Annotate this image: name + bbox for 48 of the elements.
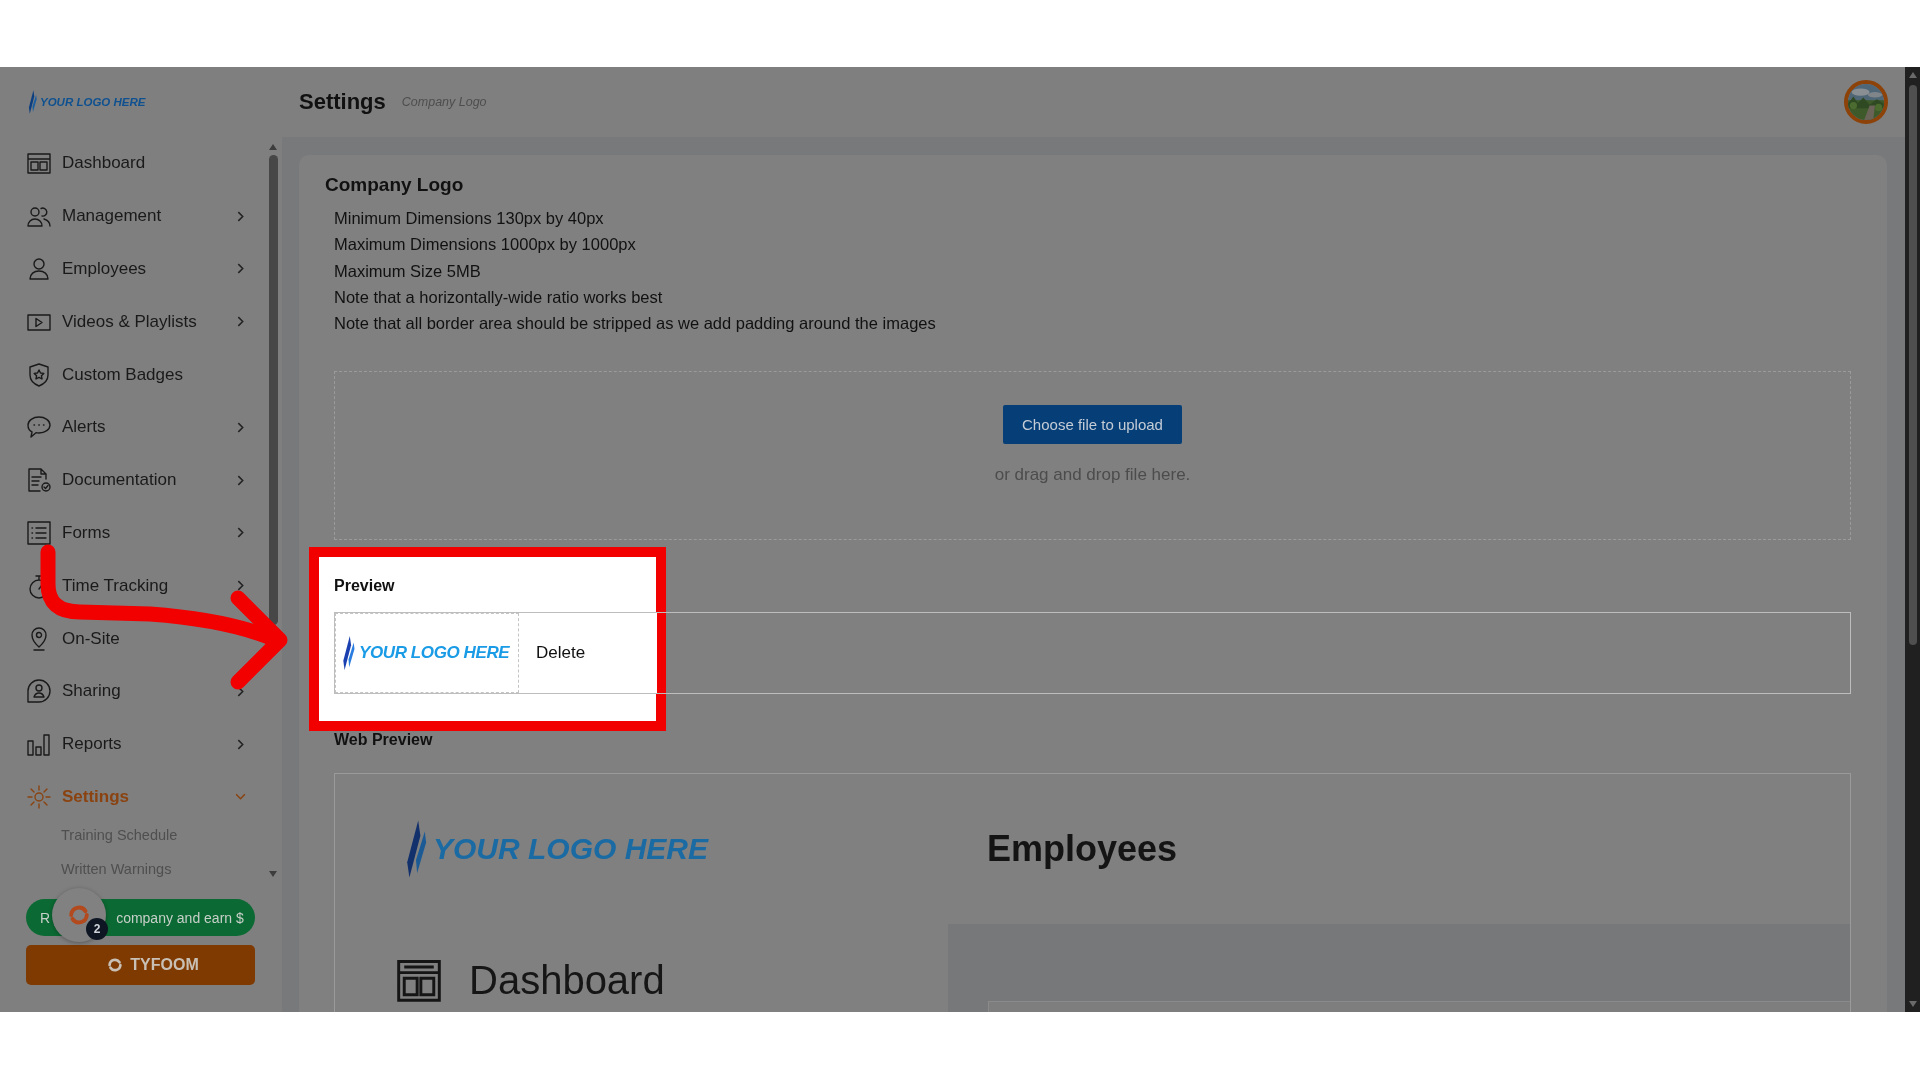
sidebar-item[interactable]: Sharing bbox=[0, 664, 264, 718]
requirement-text: Maximum Dimensions 1000px by 1000px bbox=[334, 234, 637, 256]
chat-widget[interactable]: 2 bbox=[52, 888, 106, 943]
sidebar-item[interactable]: Employees bbox=[0, 242, 264, 296]
sidebar-item[interactable]: Forms bbox=[0, 506, 264, 560]
preview-heading: Employees bbox=[987, 828, 1178, 871]
page-title: Settings bbox=[299, 89, 386, 115]
sidebar-item[interactable]: Dashboard bbox=[0, 137, 264, 190]
sidebar-item[interactable]: Reports bbox=[0, 717, 264, 771]
sidebar-item[interactable]: On-Site bbox=[0, 612, 264, 665]
document-check-icon bbox=[26, 467, 52, 494]
shield-star-icon bbox=[26, 361, 52, 388]
tyfoom-button[interactable]: TYFOOM bbox=[26, 945, 255, 986]
scroll-up-icon[interactable] bbox=[268, 143, 278, 151]
sidebar-item[interactable]: Documentation bbox=[0, 453, 264, 507]
bar-chart-icon bbox=[26, 731, 52, 758]
layout-icon bbox=[26, 150, 52, 177]
scroll-down-icon[interactable] bbox=[268, 870, 278, 879]
preview-label: Preview bbox=[334, 576, 396, 597]
person-bubble-icon bbox=[26, 678, 52, 705]
avatar[interactable] bbox=[1844, 80, 1888, 124]
upload-button[interactable]: Choose file to upload bbox=[1003, 405, 1182, 445]
sidebar-item[interactable]: Videos & Playlists bbox=[0, 295, 264, 349]
list-icon bbox=[26, 519, 52, 546]
requirement-text: Minimum Dimensions 130px by 40px bbox=[334, 208, 605, 229]
delete-link[interactable]: Delete bbox=[536, 643, 586, 664]
scroll-up-icon[interactable] bbox=[1907, 71, 1918, 79]
sidebar-item[interactable]: Custom Badges bbox=[0, 348, 264, 401]
scrollbar-thumb[interactable] bbox=[1908, 85, 1917, 645]
logo-mark-icon bbox=[28, 90, 37, 114]
requirement-text: Maximum Size 5MB bbox=[334, 260, 482, 282]
scroll-down-icon[interactable] bbox=[1907, 1000, 1918, 1008]
scrollbar[interactable] bbox=[1905, 67, 1920, 1012]
sidebar-item[interactable]: Management bbox=[0, 189, 264, 243]
scrollbar-thumb[interactable] bbox=[268, 155, 278, 625]
requirement-text: Note that all border area should be stripped as we add padding around the images bbox=[334, 313, 937, 335]
section-title: Company Logo bbox=[325, 173, 465, 197]
web-preview-label: Web Preview bbox=[334, 730, 434, 751]
sidebar-item[interactable]: Time Tracking bbox=[0, 559, 264, 613]
person-icon bbox=[26, 256, 52, 282]
requirement-text: Note that a horizontally-wide ratio works best bbox=[334, 286, 664, 308]
logo-preview: YOUR LOGO HERE bbox=[335, 613, 519, 694]
notification-badge: 2 bbox=[86, 918, 108, 941]
brand-logo: YOUR LOGO HERE bbox=[40, 96, 146, 108]
settings-icon bbox=[26, 783, 52, 810]
logo-mark-icon bbox=[342, 635, 355, 672]
sidebar-item[interactable]: Alerts bbox=[0, 401, 264, 454]
logo-text: YOUR LOGO HERE bbox=[433, 832, 709, 867]
